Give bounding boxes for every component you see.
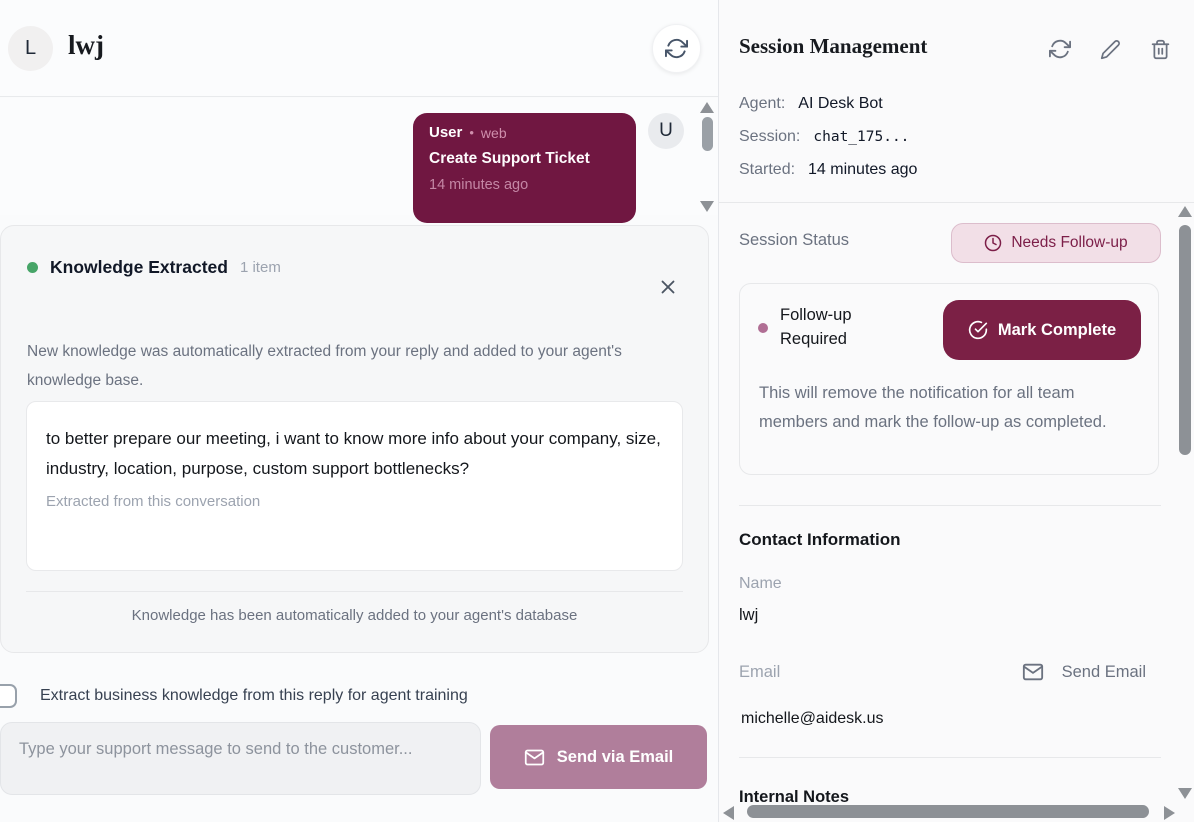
panel-vertical-scrollbar[interactable] [1177,204,1193,799]
user-message-bubble: User • web Create Support Ticket 14 minu… [413,113,636,223]
customer-avatar: L [8,26,53,71]
edit-session-button[interactable] [1098,37,1122,61]
contact-email-value: michelle@aidesk.us [741,710,884,728]
follow-up-required-label: Follow-up Required [780,304,890,352]
delete-session-button[interactable] [1148,37,1172,61]
knowledge-item-count: 1 item [240,259,281,276]
needs-follow-up-badge[interactable]: Needs Follow-up [951,223,1161,263]
panel-horizontal-scrollbar[interactable] [719,802,1194,822]
customer-name-title: lwj [68,30,104,61]
mark-complete-button[interactable]: Mark Complete [943,300,1141,360]
send-via-email-button[interactable]: Send via Email [490,725,707,789]
support-message-input[interactable] [0,722,481,795]
follow-up-status: Follow-up Required [758,304,890,352]
scroll-down-arrow[interactable] [699,201,715,212]
follow-up-description: This will remove the notification for al… [759,379,1137,437]
envelope-icon [1022,661,1044,683]
agent-label: Agent: [739,95,785,113]
envelope-icon [524,747,545,768]
clock-icon [984,234,1002,252]
divider [739,505,1161,506]
message-meta: User • web [429,124,620,141]
scroll-down-arrow[interactable] [1178,788,1192,799]
close-button[interactable] [656,275,680,299]
chat-message-list: User • web Create Support Ticket 14 minu… [0,98,718,215]
send-via-email-label: Send via Email [557,748,673,767]
scroll-left-arrow[interactable] [723,806,734,820]
session-id-label: Session: [739,128,800,146]
scrollbar-thumb[interactable] [702,117,713,151]
session-panel-actions [1048,37,1172,61]
mark-complete-label: Mark Complete [998,321,1116,340]
knowledge-panel-description: New knowledge was automatically extracte… [27,338,672,395]
agent-row: Agent: AI Desk Bot [739,95,883,113]
meta-separator: • [469,125,474,140]
check-circle-icon [968,320,988,340]
x-icon [657,276,679,298]
contact-name-label: Name [739,575,782,593]
scrollbar-thumb[interactable] [1179,225,1191,455]
message-sender: User [429,124,462,141]
session-status-label: Session Status [739,231,849,250]
extract-knowledge-checkbox[interactable] [0,684,17,708]
chat-scrollbar[interactable] [699,102,715,212]
knowledge-item-text: to better prepare our meeting, i want to… [46,424,664,484]
refresh-icon [1049,38,1071,60]
trash-icon [1150,39,1171,60]
knowledge-extracted-panel: Knowledge Extracted 1 item New knowledge… [0,225,709,653]
extract-knowledge-option: Extract business knowledge from this rep… [0,684,468,708]
pencil-icon [1100,39,1121,60]
knowledge-panel-header: Knowledge Extracted 1 item [27,257,281,278]
message-text: Create Support Ticket [429,150,620,168]
session-refresh-button[interactable] [1048,37,1072,61]
started-value: 14 minutes ago [808,161,917,179]
agent-value: AI Desk Bot [798,95,882,113]
internal-notes-heading: Internal Notes [739,788,849,803]
scroll-right-arrow[interactable] [1164,806,1175,820]
chat-refresh-button[interactable] [652,24,701,73]
contact-email-label: Email [739,663,780,682]
divider [26,591,683,592]
scrollbar-thumb[interactable] [747,805,1149,818]
support-app: L lwj User • web Create Support Ticket 1… [0,0,1194,822]
knowledge-panel-title: Knowledge Extracted [50,257,228,278]
user-avatar: U [648,113,684,149]
send-email-button[interactable]: Send Email [1022,661,1146,683]
scroll-up-arrow[interactable] [1178,206,1192,217]
chat-header: L lwj [0,0,718,97]
session-id-row: Session: chat_175... [739,128,909,146]
contact-information-title: Contact Information [739,530,901,550]
knowledge-item-source: Extracted from this conversation [46,493,662,510]
needs-follow-up-label: Needs Follow-up [1011,234,1127,252]
refresh-icon [665,37,688,60]
chat-pane: L lwj User • web Create Support Ticket 1… [0,0,718,822]
started-label: Started: [739,161,795,179]
send-email-label: Send Email [1062,663,1146,682]
contact-name-value: lwj [739,606,758,625]
started-row: Started: 14 minutes ago [739,161,917,179]
message-timestamp: 14 minutes ago [429,177,620,193]
follow-up-dot [758,323,768,333]
session-management-panel: Session Management Agent: AI Desk Bot [718,0,1194,822]
session-panel-title: Session Management [739,34,927,59]
divider [719,202,1194,203]
follow-up-card: Follow-up Required Mark Complete This wi… [739,283,1159,475]
scroll-up-arrow[interactable] [700,102,714,113]
extract-knowledge-label: Extract business knowledge from this rep… [40,687,468,705]
message-channel: web [481,125,507,141]
green-status-dot [27,262,38,273]
knowledge-panel-footer: Knowledge has been automatically added t… [1,607,708,624]
session-id-value: chat_175... [813,129,909,145]
knowledge-item-card: to better prepare our meeting, i want to… [26,401,683,571]
divider [739,757,1161,758]
